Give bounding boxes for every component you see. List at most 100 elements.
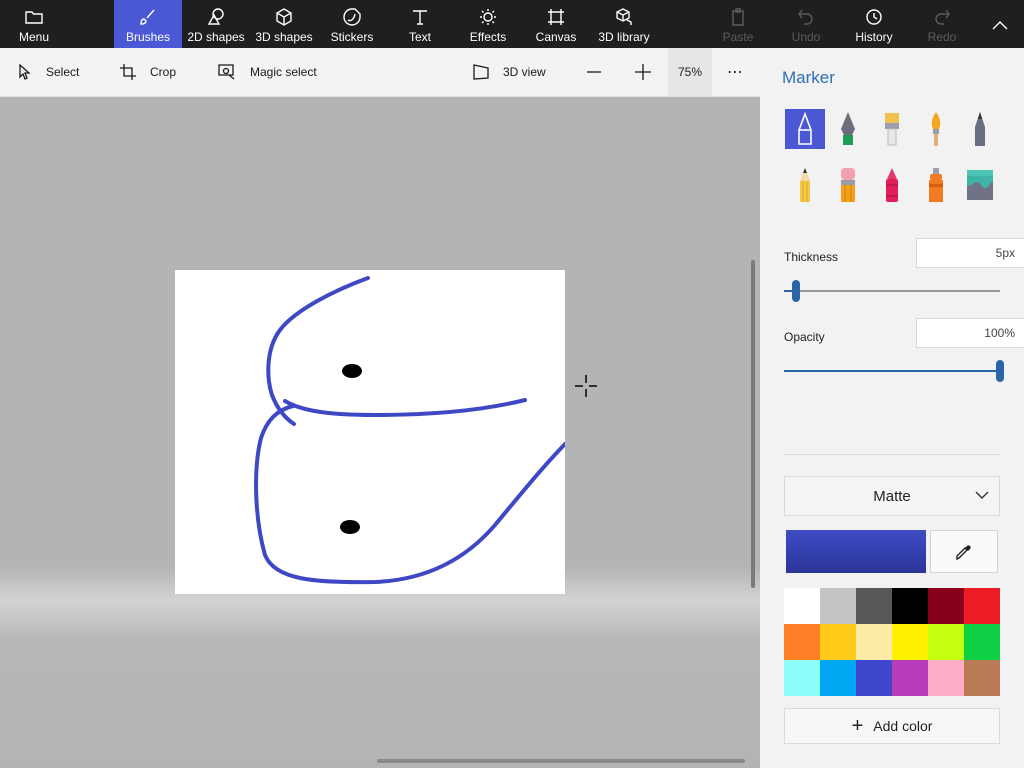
palette-swatch[interactable] [820, 660, 856, 696]
undo-button[interactable]: Undo [772, 0, 840, 48]
eyedropper-button[interactable] [930, 530, 998, 573]
tab-effects[interactable]: Effects [454, 0, 522, 48]
drawing-canvas[interactable] [175, 270, 567, 594]
history-button[interactable]: History [840, 0, 908, 48]
drawing-strokes [254, 276, 567, 585]
undo-icon [798, 6, 814, 28]
fill-brush[interactable] [960, 165, 1000, 205]
redo-button[interactable]: Redo [908, 0, 976, 48]
canvas-icon [547, 6, 565, 28]
palette-swatch[interactable] [820, 588, 856, 624]
history-label: History [855, 30, 893, 44]
opacity-input[interactable]: 100% [916, 318, 1024, 348]
3d-view-icon [473, 64, 489, 80]
tab-label: Text [408, 30, 431, 44]
palette-swatch[interactable] [964, 588, 1000, 624]
history-icon [865, 6, 883, 28]
zoom-level[interactable]: 75% [668, 48, 712, 96]
calligraphy-pen-brush[interactable] [828, 109, 868, 149]
vertical-scrollbar[interactable] [751, 260, 755, 588]
clipboard-icon [730, 6, 746, 28]
tab-2d-shapes[interactable]: 2D shapes [182, 0, 250, 48]
spray-can-brush[interactable] [916, 165, 956, 205]
palette-swatch[interactable] [784, 660, 820, 696]
tab-text[interactable]: Text [386, 0, 454, 48]
magic-select-button[interactable]: Magic select [218, 48, 317, 96]
finish-value: Matte [873, 487, 911, 505]
tab-brushes[interactable]: Brushes [114, 0, 182, 48]
marker-brush[interactable] [785, 109, 825, 149]
plus-icon [635, 64, 651, 80]
minus-icon [587, 71, 601, 73]
collapse-ribbon-button[interactable] [980, 0, 1020, 48]
folder-icon [25, 6, 43, 28]
crayon-brush[interactable] [872, 165, 912, 205]
toolbar: Select Crop Magic select 3D view 75% ⋯ [0, 48, 760, 97]
tab-label: Canvas [535, 30, 577, 44]
palette-swatch[interactable] [892, 624, 928, 660]
add-color-label: Add color [873, 718, 933, 734]
magic-select-icon [218, 64, 235, 80]
tab-3d-library[interactable]: 3D library [590, 0, 658, 48]
undo-label: Undo [791, 30, 821, 44]
brush-icon [139, 6, 157, 28]
palette-swatch[interactable] [856, 660, 892, 696]
watercolor-icon [931, 112, 941, 146]
palette-swatch[interactable] [892, 588, 928, 624]
tab-label: Effects [469, 30, 507, 44]
color-palette [784, 588, 1000, 696]
palette-swatch[interactable] [784, 588, 820, 624]
oil-brush[interactable] [872, 109, 912, 149]
tab-label: Stickers [330, 30, 374, 44]
more-options-button[interactable]: ⋯ [727, 48, 743, 96]
sticker-icon [343, 6, 361, 28]
3d-view-button[interactable]: 3D view [473, 48, 546, 96]
crop-button[interactable]: Crop [120, 48, 176, 96]
pixel-pen-brush[interactable] [960, 109, 1000, 149]
finish-dropdown[interactable]: Matte [784, 476, 1000, 516]
pointer-icon [19, 64, 31, 80]
crop-icon [120, 64, 136, 80]
redo-icon [934, 6, 950, 28]
opacity-thumb[interactable] [996, 360, 1004, 382]
watercolor-brush[interactable] [916, 109, 956, 149]
select-button[interactable]: Select [18, 48, 79, 96]
thickness-slider[interactable] [784, 280, 1000, 302]
sun-icon [479, 6, 497, 28]
paste-button[interactable]: Paste [704, 0, 772, 48]
palette-swatch[interactable] [964, 660, 1000, 696]
palette-swatch[interactable] [928, 660, 964, 696]
zoom-in-button[interactable] [634, 48, 666, 96]
thickness-label: Thickness [784, 250, 839, 264]
menu-button[interactable]: Menu [0, 0, 68, 48]
tab-3d-shapes[interactable]: 3D shapes [250, 0, 318, 48]
dot-lower [340, 520, 360, 534]
palette-swatch[interactable] [856, 624, 892, 660]
palette-swatch[interactable] [820, 624, 856, 660]
tab-stickers[interactable]: Stickers [318, 0, 386, 48]
opacity-slider[interactable] [784, 360, 1004, 382]
paste-label: Paste [722, 30, 754, 44]
tab-label: 3D library [598, 30, 650, 44]
pencil-brush[interactable] [785, 165, 825, 205]
3d-view-label: 3D view [503, 65, 546, 79]
spray-can-icon [929, 168, 943, 202]
thickness-thumb[interactable] [792, 280, 800, 302]
tab-canvas[interactable]: Canvas [522, 0, 590, 48]
horizontal-scrollbar[interactable] [377, 759, 745, 763]
eraser-brush[interactable] [828, 165, 868, 205]
palette-swatch[interactable] [856, 588, 892, 624]
add-color-button[interactable]: + Add color [784, 708, 1000, 744]
palette-swatch[interactable] [928, 588, 964, 624]
zoom-out-button[interactable] [586, 48, 616, 96]
palette-swatch[interactable] [892, 660, 928, 696]
pencil-icon [800, 168, 810, 202]
chevron-up-icon [992, 14, 1008, 36]
current-color-swatch[interactable] [786, 530, 926, 573]
palette-swatch[interactable] [928, 624, 964, 660]
palette-swatch[interactable] [964, 624, 1000, 660]
panel-title: Marker [782, 68, 835, 87]
crayon-icon [886, 168, 898, 202]
thickness-input[interactable]: 5px [916, 238, 1024, 268]
palette-swatch[interactable] [784, 624, 820, 660]
